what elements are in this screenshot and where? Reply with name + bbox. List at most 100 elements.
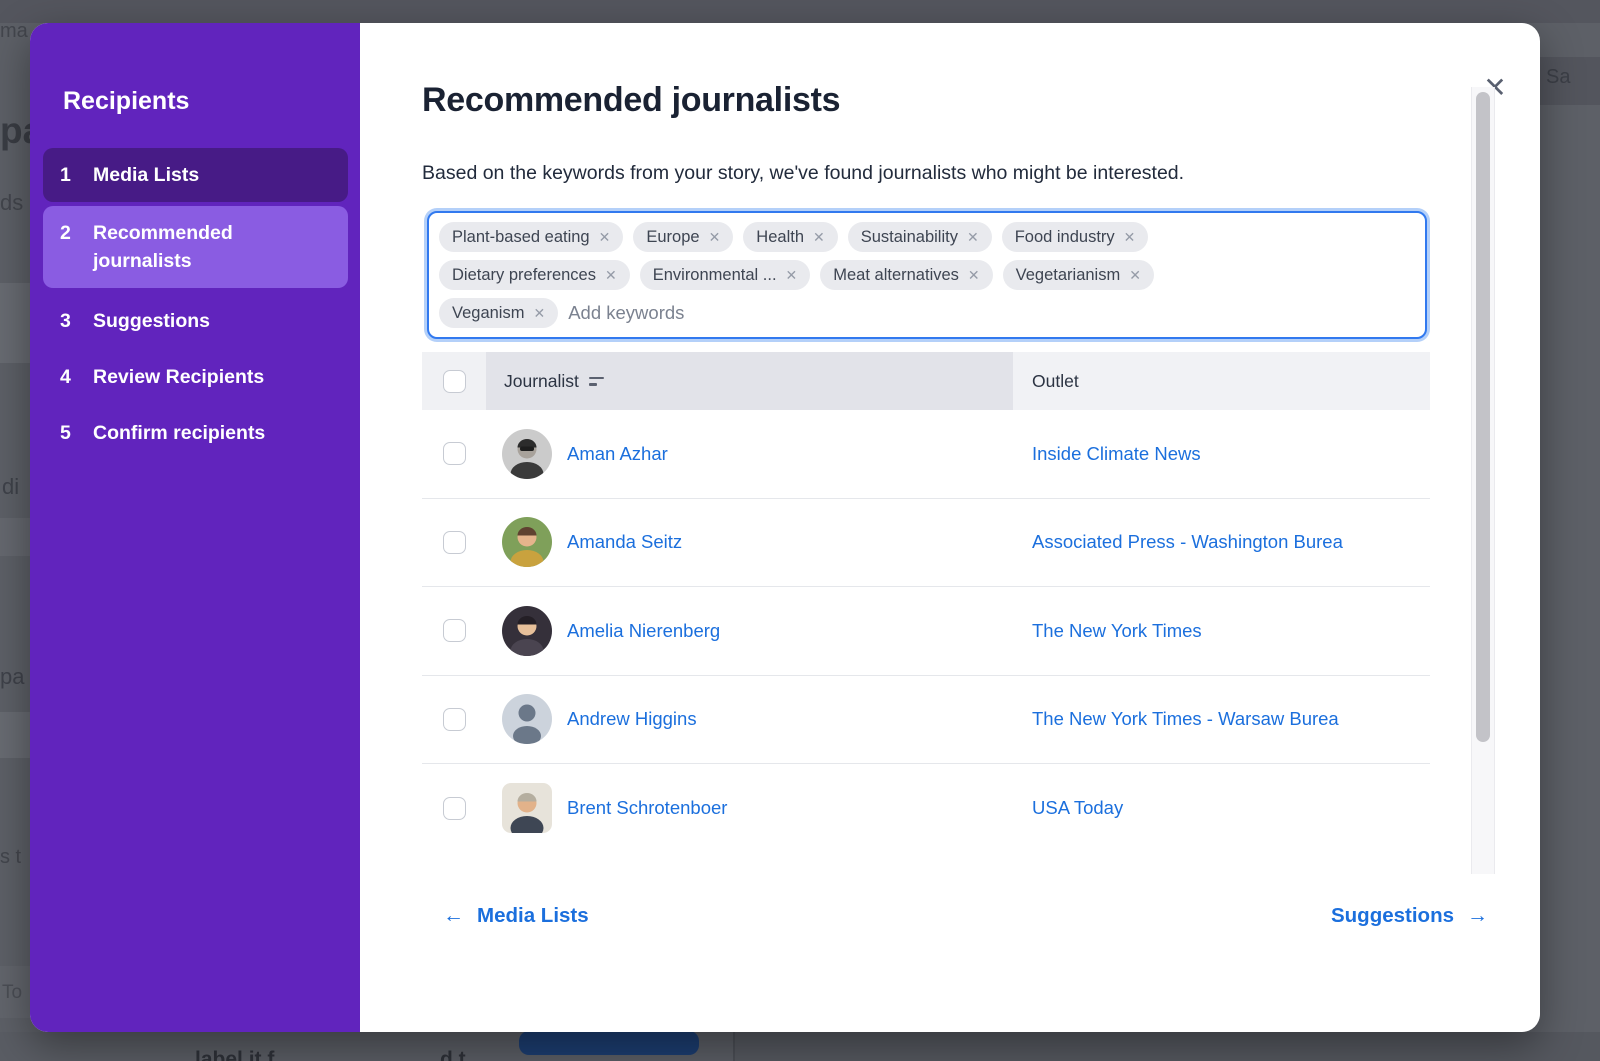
keyword-chip: Europe✕: [633, 222, 733, 252]
back-link-media-lists[interactable]: ← Media Lists: [443, 904, 589, 928]
step-label: Recommended journalists: [93, 219, 331, 275]
journalist-row[interactable]: Aman Azhar Inside Climate News: [422, 410, 1430, 499]
next-link-suggestions[interactable]: Suggestions →: [1331, 904, 1488, 928]
dimmed-page-band: [0, 283, 30, 363]
journalist-avatar: [502, 694, 552, 744]
outlet-link[interactable]: The New York Times: [1032, 620, 1202, 642]
keyword-chip-label: Plant-based eating: [452, 228, 590, 247]
step-label: Confirm recipients: [93, 419, 265, 447]
keyword-chip-label: Dietary preferences: [452, 266, 596, 285]
background-text-fragment: Sa: [1546, 66, 1570, 89]
keyword-chip: Dietary preferences ✕: [439, 260, 630, 290]
journalist-avatar: [502, 429, 552, 479]
keyword-chip: Plant-based eating ✕: [439, 222, 623, 252]
step-label: Suggestions: [93, 307, 210, 335]
step-number: 5: [60, 419, 80, 447]
left-arrow-icon: ←: [443, 904, 464, 928]
sidebar-steps: 1 Media Lists 2Recommended journalists 3Sug…: [43, 148, 348, 462]
row-checkbox[interactable]: [443, 797, 466, 820]
remove-keyword-icon[interactable]: ✕: [1124, 229, 1136, 246]
outlet-link[interactable]: Inside Climate News: [1032, 443, 1201, 465]
background-text-fragment: To: [2, 982, 22, 1004]
add-keywords-input[interactable]: [568, 302, 1415, 324]
journalist-row[interactable]: Amelia Nierenberg The New York Times: [422, 587, 1430, 676]
background-text-fragment: di: [2, 474, 19, 500]
remove-keyword-icon[interactable]: ✕: [533, 305, 545, 322]
keyword-chip-row: Dietary preferences✕Environmental ...✕Me…: [439, 260, 1415, 290]
journalist-avatar: [502, 783, 552, 833]
select-all-checkbox[interactable]: [443, 370, 466, 393]
keywords-input-box[interactable]: Plant-based eating✕Europe✕Health✕Sustain…: [427, 211, 1427, 339]
journalist-name-link[interactable]: Amanda Seitz: [567, 531, 682, 553]
row-checkbox[interactable]: [443, 708, 466, 731]
modal-scrollbar-thumb[interactable]: [1476, 92, 1490, 742]
remove-keyword-icon[interactable]: ✕: [968, 267, 980, 284]
remove-keyword-icon[interactable]: ✕: [813, 229, 825, 246]
keyword-chip: Veganism ✕: [439, 298, 558, 328]
background-text-fragment: label it f: [195, 1048, 274, 1061]
sidebar-step-media-lists[interactable]: 1 Media Lists: [43, 148, 348, 202]
keyword-chip: Environmental ... ✕: [640, 260, 811, 290]
remove-keyword-icon[interactable]: ✕: [605, 267, 617, 284]
keyword-chip-row: Veganism ✕: [439, 298, 1415, 328]
keyword-chip: Health ✕: [743, 222, 837, 252]
outlet-link[interactable]: The New York Times - Warsaw Burea: [1032, 708, 1339, 730]
modal-scrollbar-track[interactable]: [1471, 87, 1495, 874]
sidebar-step-recommended-journalists[interactable]: 2Recommended journalists: [43, 206, 348, 288]
background-text-fragment: ma: [0, 20, 28, 43]
obscured-primary-button: [519, 1031, 699, 1055]
remove-keyword-icon[interactable]: ✕: [599, 229, 611, 246]
table-body: Aman Azhar Inside Climate News Amanda Seit…: [422, 410, 1430, 853]
keyword-chip: Sustainability ✕: [848, 222, 992, 252]
sidebar-step-confirm-recipients[interactable]: 5 Confirm recipients: [43, 406, 348, 460]
keyword-chip: Vegetarianism✕: [1003, 260, 1154, 290]
keyword-chip-label: Food industry: [1015, 228, 1115, 247]
journalist-row[interactable]: Brent Schrotenboer USA Today: [422, 764, 1430, 853]
dimmed-page-top-strip: [0, 0, 1600, 23]
remove-keyword-icon[interactable]: ✕: [1129, 267, 1141, 284]
outlet-link[interactable]: USA Today: [1032, 797, 1123, 819]
step-number: 1: [60, 161, 80, 189]
keyword-chip-label: Sustainability: [861, 228, 958, 247]
row-checkbox[interactable]: [443, 442, 466, 465]
journalist-name-link[interactable]: Aman Azhar: [567, 443, 668, 465]
journalist-column-label: Journalist: [504, 371, 579, 392]
journalist-name-link[interactable]: Andrew Higgins: [567, 708, 697, 730]
journalist-avatar: [502, 606, 552, 656]
keyword-chip-row: Plant-based eating✕Europe✕Health✕Sustain…: [439, 222, 1415, 252]
keyword-chip-label: Veganism: [452, 304, 524, 323]
row-checkbox[interactable]: [443, 619, 466, 642]
recipients-step-sidebar: Recipients 1 Media Lists 2Recommended jour…: [30, 23, 360, 1032]
background-text-fragment: ds: [0, 190, 23, 216]
outlet-link[interactable]: Associated Press - Washington Burea: [1032, 531, 1343, 553]
sidebar-title: Recipients: [63, 87, 189, 116]
sidebar-step-suggestions[interactable]: 3Suggestions: [43, 294, 348, 348]
remove-keyword-icon[interactable]: ✕: [967, 229, 979, 246]
outlet-column-label: Outlet: [1032, 371, 1079, 392]
row-checkbox[interactable]: [443, 531, 466, 554]
sidebar-step-review-recipients[interactable]: 4Review Recipients: [43, 350, 348, 404]
background-text-fragment: pa: [0, 664, 24, 690]
remove-keyword-icon[interactable]: ✕: [786, 267, 798, 284]
remove-keyword-icon[interactable]: ✕: [709, 229, 721, 246]
right-arrow-icon: →: [1467, 904, 1488, 928]
journalists-table: Journalist Outlet Aman Azhar Inside Clima…: [422, 352, 1430, 853]
keyword-chip: Meat alternatives✕: [820, 260, 992, 290]
background-text-fragment: s t: [0, 846, 21, 869]
journalist-name-link[interactable]: Amelia Nierenberg: [567, 620, 720, 642]
journalist-row[interactable]: Amanda Seitz Associated Press - Washingto…: [422, 499, 1430, 588]
step-label: Media Lists: [93, 161, 199, 189]
modal-subtitle: Based on the keywords from your story, w…: [422, 162, 1184, 185]
dimmed-page-band: [0, 712, 30, 758]
keyword-chip: Food industry ✕: [1002, 222, 1149, 252]
step-number: 2: [60, 219, 80, 275]
journalist-avatar: [502, 517, 552, 567]
keyword-chip-label: Health: [756, 228, 804, 247]
keyword-chip-label: Environmental ...: [653, 266, 777, 285]
table-header: Journalist Outlet: [422, 352, 1430, 410]
step-label: Review Recipients: [93, 363, 264, 391]
journalist-name-link[interactable]: Brent Schrotenboer: [567, 797, 727, 819]
back-link-label: Media Lists: [477, 904, 589, 928]
journalist-row[interactable]: Andrew Higgins The New York Times - Warsa…: [422, 676, 1430, 765]
journalist-column-header[interactable]: Journalist: [486, 352, 1013, 410]
